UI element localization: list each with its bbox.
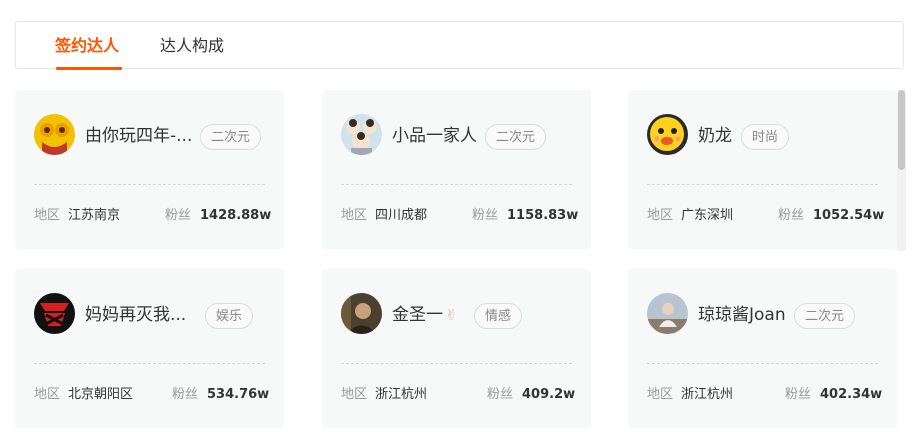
influencer-card[interactable]: 由你玩四年-... 二次元 地区 江苏南京 粉丝 1428.88w [15,90,284,249]
avatar [341,114,382,155]
victory-hand-emoji: ✌ [445,306,458,324]
tabs-bar: 签约达人 达人构成 [15,21,904,70]
divider [647,184,878,185]
avatar [647,293,688,334]
avatar [647,114,688,155]
scrollbar[interactable] [897,90,906,251]
region-info: 地区 四川成都 [341,208,428,223]
region-info: 地区 北京朝阳区 [34,387,134,402]
category-tag: 娱乐 [205,303,254,329]
influencer-card[interactable]: 金圣一 ✌ 情感 地区 浙江杭州 粉丝 409.2w [322,269,591,428]
avatar [34,114,75,155]
divider [647,363,878,364]
tab-influencer-composition[interactable]: 达人构成 [160,36,224,56]
category-tag: 二次元 [200,124,262,150]
divider [341,363,572,364]
fans-info: 粉丝 1428.88w [165,208,272,223]
region-info: 地区 江苏南京 [34,208,121,223]
influencer-card[interactable]: 奶龙 时尚 地区 广东深圳 粉丝 1052.54w [628,90,897,249]
divider [341,184,572,185]
tab-signed-influencers[interactable]: 签约达人 [55,36,119,56]
influencer-name: 由你玩四年-... [85,126,193,146]
influencer-card[interactable]: 小品一家人 二次元 地区 四川成都 粉丝 1158.83w [322,90,591,249]
category-tag: 二次元 [794,303,856,329]
category-tag: 二次元 [485,124,547,150]
fans-info: 粉丝 1158.83w [472,208,579,223]
category-tag: 情感 [474,303,523,329]
influencer-name: 小品一家人 [392,126,477,146]
influencer-name: 妈妈再灭我... [85,305,187,325]
influencer-name: 琼琼酱Joan [698,305,786,325]
influencer-name: 金圣一 ✌ [392,305,458,325]
influencer-card[interactable]: 妈妈再灭我... 娱乐 地区 北京朝阳区 粉丝 534.76w [15,269,284,428]
active-tab-indicator [56,67,122,70]
influencer-card[interactable]: 琼琼酱Joan 二次元 地区 浙江杭州 粉丝 402.34w [628,269,897,428]
fans-info: 粉丝 534.76w [172,387,270,402]
region-info: 地区 浙江杭州 [647,387,734,402]
influencer-grid: 由你玩四年-... 二次元 地区 江苏南京 粉丝 1428.88w 小品一家人 二次… [15,90,897,432]
divider [34,363,265,364]
fans-info: 粉丝 1052.54w [778,208,885,223]
influencer-name: 奶龙 [698,126,732,146]
region-info: 地区 浙江杭州 [341,387,428,402]
category-tag: 时尚 [741,124,790,150]
fans-info: 粉丝 402.34w [785,387,883,402]
avatar [34,293,75,334]
scrollbar-thumb[interactable] [898,90,905,170]
fans-info: 粉丝 409.2w [487,387,576,402]
divider [34,184,265,185]
avatar [341,293,382,334]
region-info: 地区 广东深圳 [647,208,734,223]
